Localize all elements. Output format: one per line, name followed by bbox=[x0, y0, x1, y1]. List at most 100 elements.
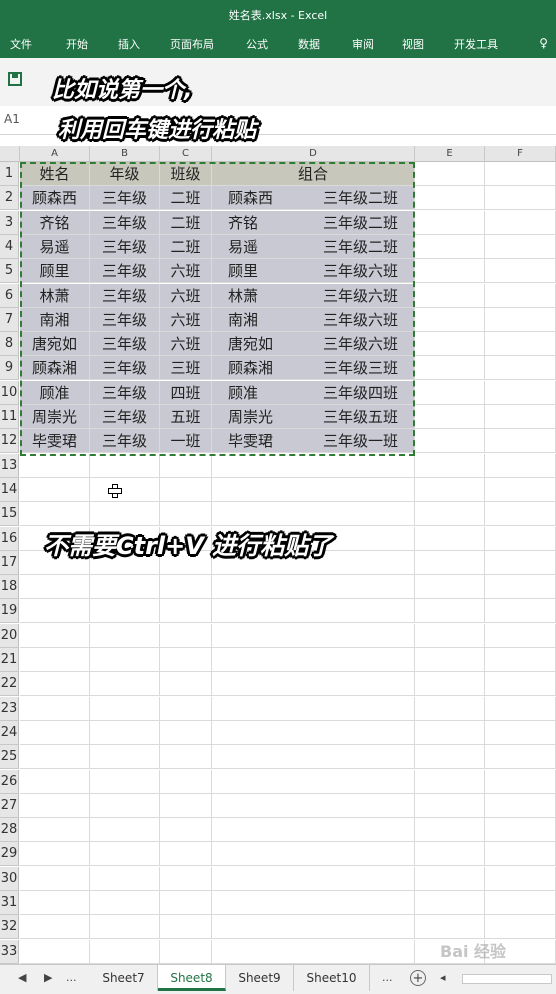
empty-cell[interactable] bbox=[415, 162, 485, 186]
row-header[interactable]: 7 bbox=[0, 307, 19, 332]
empty-cell[interactable] bbox=[160, 793, 212, 818]
column-header-b[interactable]: B bbox=[90, 146, 160, 162]
row-header[interactable]: 25 bbox=[0, 745, 19, 770]
empty-cell[interactable] bbox=[160, 502, 212, 527]
empty-cell[interactable] bbox=[485, 769, 556, 794]
empty-cell[interactable] bbox=[485, 502, 556, 527]
data-cell[interactable]: 林萧 bbox=[20, 283, 90, 308]
data-cell[interactable]: 二班 bbox=[160, 186, 212, 211]
empty-cell[interactable] bbox=[485, 575, 556, 600]
empty-cell[interactable] bbox=[90, 745, 160, 770]
row-header[interactable]: 15 bbox=[0, 502, 19, 527]
empty-cell[interactable] bbox=[160, 672, 212, 697]
data-cell[interactable]: 顾森西 bbox=[20, 186, 90, 211]
empty-cell[interactable] bbox=[212, 599, 415, 624]
row-header[interactable]: 24 bbox=[0, 720, 19, 745]
next-sheet-icon[interactable]: ▶ bbox=[44, 971, 52, 984]
data-cell[interactable]: 二班 bbox=[160, 210, 212, 235]
empty-cell[interactable] bbox=[160, 745, 212, 770]
tab-file[interactable]: 文件 bbox=[10, 36, 32, 52]
row-header[interactable]: 23 bbox=[0, 696, 19, 721]
sheet-tab-sheet10[interactable]: Sheet10 bbox=[294, 965, 370, 991]
empty-cell[interactable] bbox=[20, 842, 90, 867]
empty-cell[interactable] bbox=[415, 575, 485, 600]
empty-cell[interactable] bbox=[90, 648, 160, 672]
empty-cell[interactable] bbox=[20, 720, 90, 745]
row-header[interactable]: 21 bbox=[0, 648, 19, 672]
column-header-d[interactable]: D bbox=[212, 146, 415, 162]
empty-cell[interactable] bbox=[485, 332, 556, 357]
empty-cell[interactable] bbox=[160, 623, 212, 648]
tab-review[interactable]: 审阅 bbox=[352, 36, 374, 52]
more-sheets-left[interactable]: ... bbox=[66, 971, 77, 984]
row-header[interactable]: 12 bbox=[0, 429, 19, 454]
empty-cell[interactable] bbox=[212, 696, 415, 721]
data-cell[interactable]: 齐铭 bbox=[20, 210, 90, 235]
select-all-corner[interactable] bbox=[0, 146, 20, 162]
empty-cell[interactable] bbox=[160, 453, 212, 478]
data-cell[interactable]: 四班 bbox=[160, 380, 212, 405]
data-cell[interactable]: 三年级 bbox=[90, 356, 160, 381]
data-cell[interactable]: 三年级 bbox=[90, 283, 160, 308]
data-cell[interactable]: 三年级 bbox=[90, 429, 160, 454]
empty-cell[interactable] bbox=[20, 623, 90, 648]
empty-cell[interactable] bbox=[90, 623, 160, 648]
tab-page-layout[interactable]: 页面布局 bbox=[170, 36, 214, 52]
row-header[interactable]: 22 bbox=[0, 672, 19, 697]
data-cell[interactable]: 六班 bbox=[160, 283, 212, 308]
empty-cell[interactable] bbox=[20, 599, 90, 624]
empty-cell[interactable] bbox=[485, 599, 556, 624]
empty-cell[interactable] bbox=[90, 599, 160, 624]
empty-cell[interactable] bbox=[212, 477, 415, 502]
empty-cell[interactable] bbox=[485, 745, 556, 770]
row-header[interactable]: 28 bbox=[0, 818, 19, 843]
empty-cell[interactable] bbox=[90, 696, 160, 721]
empty-cell[interactable] bbox=[415, 623, 485, 648]
empty-cell[interactable] bbox=[90, 842, 160, 867]
row-header[interactable]: 16 bbox=[0, 526, 19, 551]
data-cell[interactable]: 三年级 bbox=[90, 234, 160, 259]
empty-cell[interactable] bbox=[485, 477, 556, 502]
empty-cell[interactable] bbox=[485, 891, 556, 915]
empty-cell[interactable] bbox=[20, 745, 90, 770]
data-cell[interactable]: 南湘 bbox=[20, 307, 90, 332]
tab-insert[interactable]: 插入 bbox=[118, 36, 140, 52]
empty-cell[interactable] bbox=[20, 818, 90, 843]
empty-cell[interactable] bbox=[212, 793, 415, 818]
data-cell[interactable]: 五班 bbox=[160, 405, 212, 429]
empty-cell[interactable] bbox=[485, 210, 556, 235]
empty-cell[interactable] bbox=[212, 866, 415, 891]
empty-cell[interactable] bbox=[415, 380, 485, 405]
row-header[interactable]: 27 bbox=[0, 793, 19, 818]
empty-cell[interactable] bbox=[415, 429, 485, 454]
combined-cell[interactable]: 顾森湘 三年级三班 bbox=[212, 356, 415, 381]
row-header[interactable]: 11 bbox=[0, 405, 19, 429]
data-cell[interactable]: 六班 bbox=[160, 307, 212, 332]
empty-cell[interactable] bbox=[485, 720, 556, 745]
sheet-tab-sheet9[interactable]: Sheet9 bbox=[226, 965, 294, 991]
empty-cell[interactable] bbox=[90, 672, 160, 697]
row-header[interactable]: 18 bbox=[0, 575, 19, 600]
combined-cell[interactable]: 顾森西 三年级二班 bbox=[212, 186, 415, 211]
row-header[interactable]: 8 bbox=[0, 332, 19, 357]
row-header[interactable]: 26 bbox=[0, 769, 19, 794]
empty-cell[interactable] bbox=[90, 866, 160, 891]
data-cell[interactable]: 三年级 bbox=[90, 332, 160, 357]
empty-cell[interactable] bbox=[160, 842, 212, 867]
empty-cell[interactable] bbox=[160, 769, 212, 794]
prev-sheet-icon[interactable]: ◀ bbox=[18, 971, 26, 984]
empty-cell[interactable] bbox=[90, 720, 160, 745]
empty-cell[interactable] bbox=[212, 939, 415, 964]
empty-cell[interactable] bbox=[415, 842, 485, 867]
combined-cell[interactable]: 唐宛如 三年级六班 bbox=[212, 332, 415, 357]
row-header[interactable]: 4 bbox=[0, 234, 19, 259]
empty-cell[interactable] bbox=[20, 769, 90, 794]
tab-view[interactable]: 视图 bbox=[402, 36, 424, 52]
empty-cell[interactable] bbox=[415, 234, 485, 259]
add-sheet-button[interactable]: + bbox=[410, 970, 426, 986]
empty-cell[interactable] bbox=[415, 550, 485, 575]
empty-cell[interactable] bbox=[485, 307, 556, 332]
header-cell-name[interactable]: 姓名 bbox=[20, 162, 90, 186]
lightbulb-icon[interactable]: ♀ bbox=[539, 36, 548, 50]
empty-cell[interactable] bbox=[485, 818, 556, 843]
